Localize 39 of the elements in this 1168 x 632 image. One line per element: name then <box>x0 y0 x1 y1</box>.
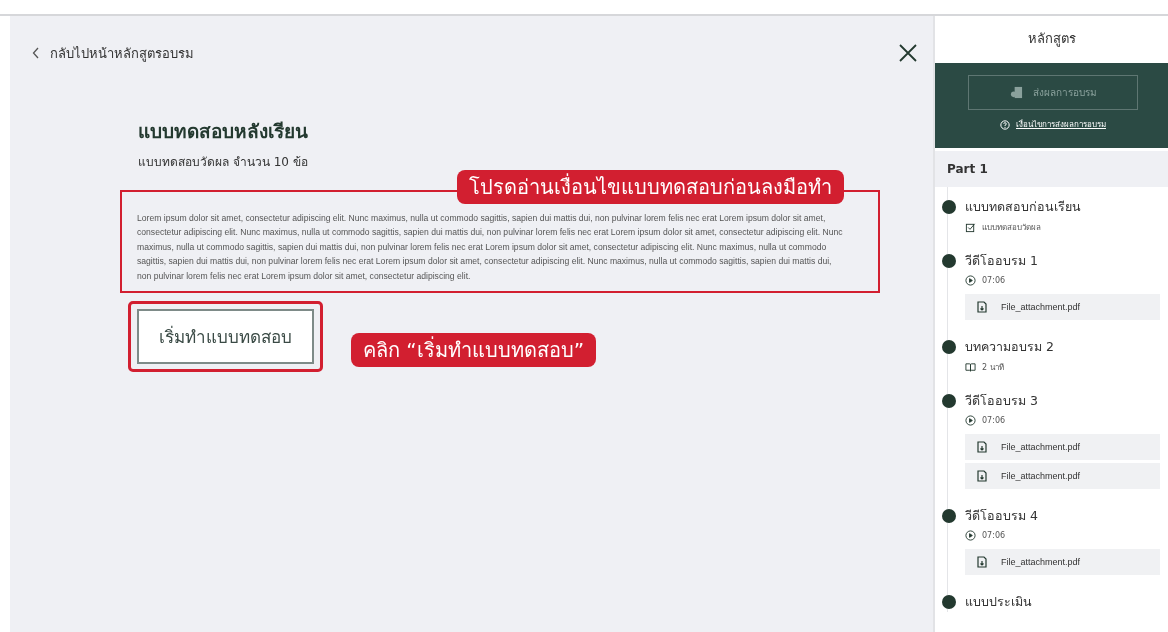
close-button[interactable] <box>897 42 919 64</box>
book-icon <box>965 361 976 373</box>
sidebar-title: หลักสูตร <box>1026 30 1077 49</box>
checkbox-icon <box>965 221 976 233</box>
quiz-subtitle: แบบทดสอบวัดผล จำนวน 10 ข้อ <box>138 154 309 171</box>
timeline-dot <box>942 253 956 268</box>
timeline-dot <box>942 393 956 408</box>
callout-label: โปรดอ่านเงื่อนไขแบบทดสอบก่อนลงมือทำ <box>457 170 844 204</box>
timeline-dot <box>942 508 956 523</box>
lesson-title[interactable]: วีดีโออบรม 1 <box>965 250 1160 271</box>
timeline-dot <box>942 594 956 609</box>
start-quiz-button[interactable]: เริ่มทำแบบทดสอบ <box>137 309 314 365</box>
conditions-link[interactable]: เงื่อนไขการส่งผลการอบรม <box>1000 118 1106 131</box>
play-icon <box>965 529 976 541</box>
section-header: Part 1 <box>935 150 1168 187</box>
quiz-title: แบบทดสอบหลังเรียน <box>138 119 309 144</box>
timeline-dot <box>942 339 956 354</box>
lesson-meta: 2 นาที <box>982 361 1004 374</box>
lesson-title[interactable]: แบบประเมิน <box>965 591 1160 612</box>
lesson-title[interactable]: วีดีโออบรม 3 <box>965 390 1160 411</box>
lesson-title[interactable]: บทความอบรม 2 <box>965 336 1160 357</box>
back-link[interactable]: กลับไปหน้าหลักสูตรอบรม <box>32 42 194 64</box>
lesson-meta: 07:06 <box>982 415 1006 425</box>
play-icon <box>965 414 976 426</box>
attachment-item[interactable]: File_attachment.pdf <box>965 433 1160 460</box>
attachment-item[interactable]: File_attachment.pdf <box>965 462 1160 489</box>
quiz-description: Lorem ipsum dolor sit amet, consectetur adipiscing elit. Nunc maximus, nulla ut commodo sagittis, sapien dui mattis dui, non pulvinar lorem felis nec erat Lorem ipsum dolor sit amet, consectetur adipiscing elit. Nunc maximus, nulla ut commodo sagittis, sapien dui mattis dui, non pulvinar lorem felis nec erat Lorem ipsum dolor sit amet, consectetur adipiscing elit. Nunc maximus, nulla ut commodo sagittis, sapien dui mattis dui, non pulvinar lorem felis nec erat Lorem ipsum dolor sit amet, consectetur adipiscing elit. Nunc maximus, nulla ut commodo sagittis, sapien dui mattis dui, non pulvinar lorem felis nec erat Lorem ipsum dolor sit amet, consectetur adipiscing elit. Nunc maximus, nulla ut commodo sagittis, sapien dui mattis dui, non pulvinar lorem felis nec erat Lorem ipsum dolor sit amet, consectetur adipiscing elit. <box>137 212 844 283</box>
help-icon <box>1000 119 1010 130</box>
callout-label: คลิก “เริ่มทำแบบทดสอบ” <box>351 333 597 367</box>
lesson-title[interactable]: วีดีโออบรม 4 <box>965 505 1160 526</box>
play-icon <box>965 274 976 286</box>
lesson-meta: 07:06 <box>982 275 1006 285</box>
chevron-left-icon <box>32 47 40 59</box>
lesson-meta: แบบทดสอบวัดผล <box>982 221 1041 234</box>
timeline-dot <box>942 199 956 214</box>
lesson-title[interactable]: แบบทดสอบก่อนเรียน <box>965 196 1160 217</box>
attachment-item[interactable]: File_attachment.pdf <box>965 548 1160 575</box>
lesson-meta: 07:06 <box>982 530 1006 540</box>
attachment-item[interactable]: File_attachment.pdf <box>965 293 1160 320</box>
